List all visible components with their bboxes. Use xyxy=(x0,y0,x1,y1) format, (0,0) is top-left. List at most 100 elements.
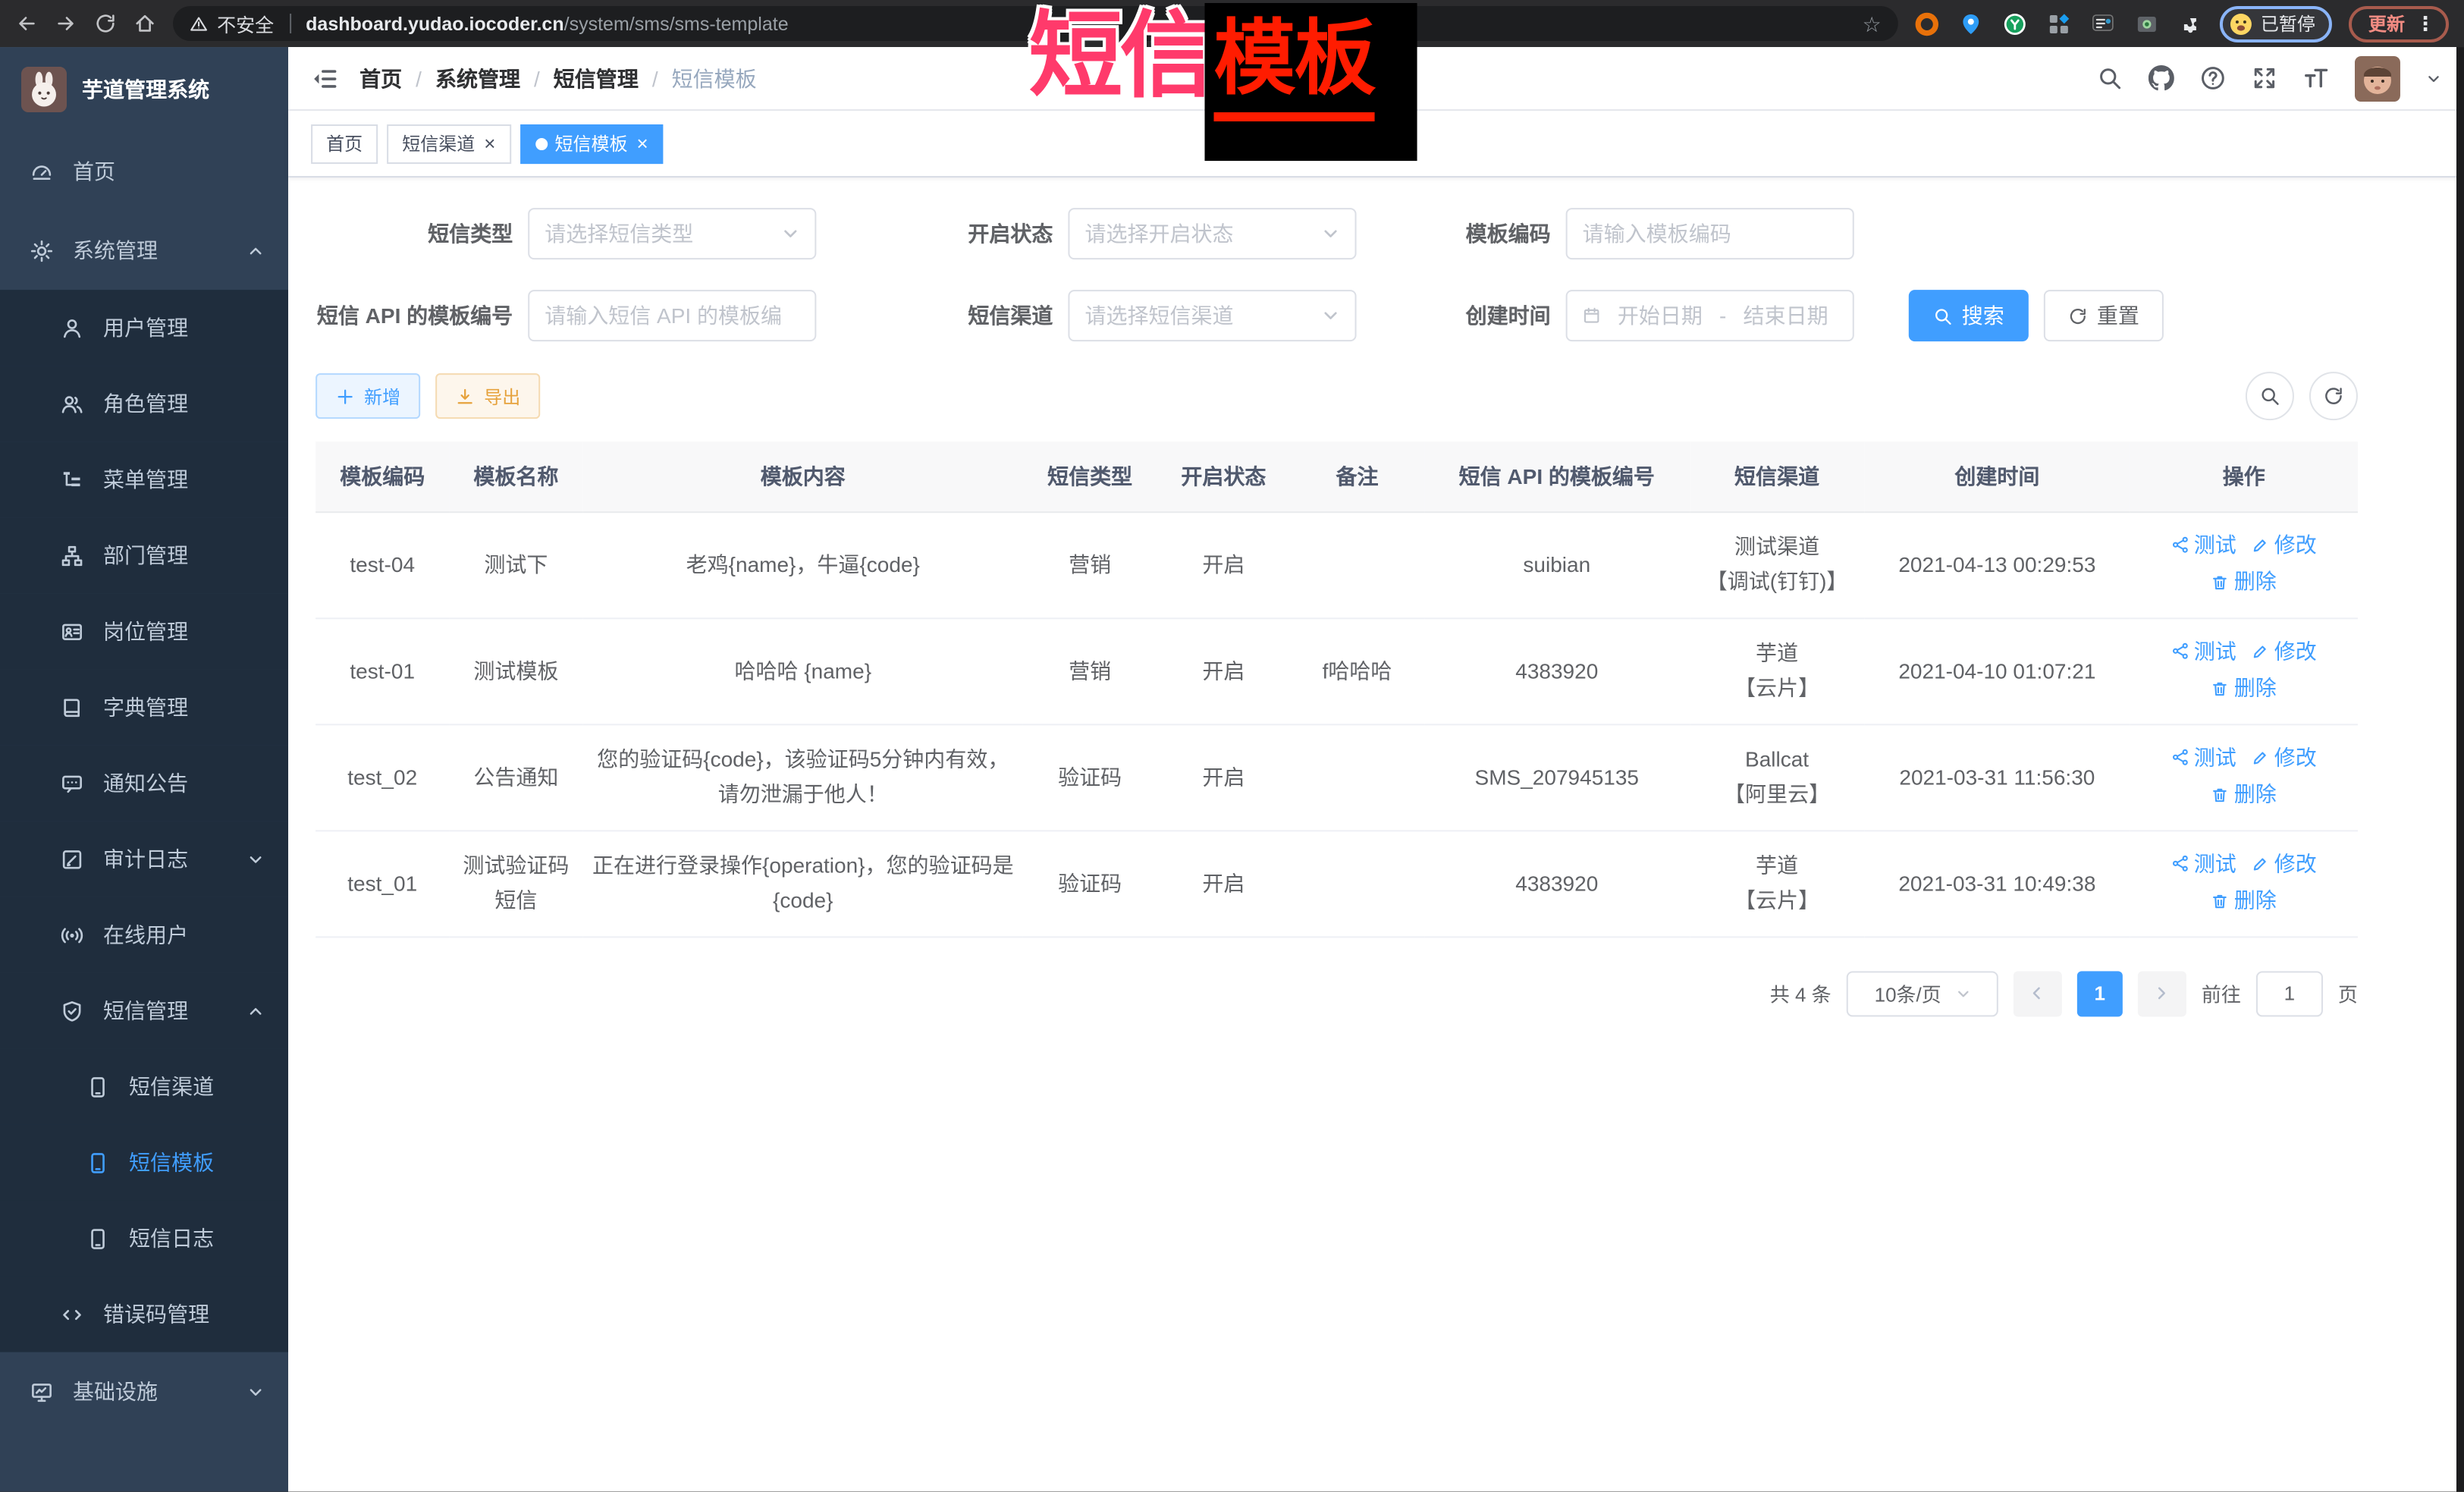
select-field[interactable]: 请选择开启状态 xyxy=(1068,208,1356,259)
sidebar-item-label: 用户管理 xyxy=(103,313,264,343)
search-icon xyxy=(1933,306,1953,325)
grid-extension-icon[interactable] xyxy=(2047,11,2071,36)
breadcrumb-separator: / xyxy=(534,66,540,90)
delete-action[interactable]: 删除 xyxy=(2211,883,2277,918)
window-edge xyxy=(2456,47,2464,1492)
text-input[interactable]: 请输入短信 API 的模板编 xyxy=(528,290,816,341)
test-action[interactable]: 测试 xyxy=(2171,846,2236,881)
delete-action[interactable]: 删除 xyxy=(2211,777,2277,812)
sidebar-item-5[interactable]: 部门管理 xyxy=(0,517,288,593)
search-button[interactable]: 搜索 xyxy=(1909,290,2029,341)
cell-content: 老鸡{name}，牛逼{code} xyxy=(582,511,1023,617)
reset-button[interactable]: 重置 xyxy=(2044,290,2164,341)
map-pin-extension-icon[interactable] xyxy=(1959,11,1983,36)
test-action[interactable]: 测试 xyxy=(2171,633,2236,668)
sidebar-item-13[interactable]: 短信模板 xyxy=(0,1124,288,1200)
edit-action[interactable]: 修改 xyxy=(2252,740,2317,774)
breadcrumb-item[interactable]: 短信管理 xyxy=(554,63,639,93)
breadcrumb-item[interactable]: 首页 xyxy=(359,63,402,93)
goto-page-input[interactable] xyxy=(2256,970,2323,1016)
browser-menu-icon[interactable]: ⋮ xyxy=(2415,11,2435,36)
next-page-button[interactable] xyxy=(2138,970,2186,1016)
refresh-icon xyxy=(2323,385,2344,407)
breadcrumb-item[interactable]: 短信模板 xyxy=(672,63,757,93)
export-button[interactable]: 导出 xyxy=(435,373,540,419)
test-action[interactable]: 测试 xyxy=(2171,527,2236,562)
sidebar-item-6[interactable]: 岗位管理 xyxy=(0,593,288,669)
shield-icon xyxy=(61,999,83,1022)
sidebar-item-10[interactable]: 在线用户 xyxy=(0,897,288,972)
sidebar-item-8[interactable]: 通知公告 xyxy=(0,745,288,821)
user-icon xyxy=(61,316,83,339)
prev-page-button[interactable] xyxy=(2014,970,2062,1016)
sidebar-item-15[interactable]: 错误码管理 xyxy=(0,1277,288,1352)
log-icon xyxy=(61,847,83,870)
sidebar-item-label: 审计日志 xyxy=(103,843,228,874)
browser-home-icon[interactable] xyxy=(133,12,156,35)
edit-action[interactable]: 修改 xyxy=(2252,633,2317,668)
filter-label: 开启状态 xyxy=(901,218,1053,249)
browser-profile-chip[interactable]: 已暂停 xyxy=(2220,5,2332,42)
recorder-extension-icon[interactable] xyxy=(2091,11,2115,36)
delete-action[interactable]: 删除 xyxy=(2211,671,2277,705)
sidebar-item-7[interactable]: 字典管理 xyxy=(0,669,288,745)
cell-code: test_01 xyxy=(315,830,449,936)
address-bar[interactable]: 不安全 dashboard.yudao.iocoder.cn/system/sm… xyxy=(173,6,1898,41)
sidebar-item-11[interactable]: 短信管理 xyxy=(0,972,288,1048)
user-avatar[interactable] xyxy=(2355,55,2400,101)
page-size-select[interactable]: 10条/页 xyxy=(1847,970,1998,1016)
refresh-table-button[interactable] xyxy=(2309,372,2358,420)
toggle-search-button[interactable] xyxy=(2246,372,2294,420)
select-field[interactable]: 请选择短信渠道 xyxy=(1068,290,1356,341)
close-icon[interactable]: × xyxy=(484,133,495,153)
extensions-puzzle-icon[interactable] xyxy=(2179,11,2203,36)
text-input[interactable]: 请输入模板编码 xyxy=(1566,208,1854,259)
fullscreen-icon[interactable] xyxy=(2252,65,2277,91)
test-action[interactable]: 测试 xyxy=(2171,740,2236,774)
sidebar-item-0[interactable]: 首页 xyxy=(0,132,288,211)
sidebar-item-1[interactable]: 系统管理 xyxy=(0,211,288,290)
browser-reload-icon[interactable] xyxy=(94,12,117,35)
sidebar-item-2[interactable]: 用户管理 xyxy=(0,290,288,366)
close-icon[interactable]: × xyxy=(637,133,648,153)
orange-ring-extension-icon[interactable] xyxy=(1915,11,1939,36)
current-page-button[interactable]: 1 xyxy=(2077,970,2123,1016)
delete-action[interactable]: 删除 xyxy=(2211,564,2277,599)
sidebar-item-16[interactable]: 基础设施 xyxy=(0,1352,288,1431)
browser-update-button[interactable]: 更新 ⋮ xyxy=(2349,5,2449,42)
edit-action[interactable]: 修改 xyxy=(2252,846,2317,881)
sidebar-item-4[interactable]: 菜单管理 xyxy=(0,441,288,517)
pagination: 共 4 条 10条/页 1 前往 页 xyxy=(315,970,2358,1016)
screenshot-extension-icon[interactable] xyxy=(2135,11,2159,36)
add-button[interactable]: 新增 xyxy=(315,373,420,419)
cell-channel: Ballcat【阿里云】 xyxy=(1690,724,1864,830)
table-header-row: 模板编码模板名称模板内容短信类型开启状态备注短信 API 的模板编号短信渠道创建… xyxy=(315,441,2358,511)
help-icon[interactable] xyxy=(2200,65,2226,91)
browser-forward-icon[interactable] xyxy=(55,12,77,35)
daterange-input[interactable]: 开始日期-结束日期 xyxy=(1566,290,1854,341)
select-field[interactable]: 请选择短信类型 xyxy=(528,208,816,259)
sidebar-item-9[interactable]: 审计日志 xyxy=(0,821,288,897)
tab-2[interactable]: 短信模板× xyxy=(519,124,663,163)
screen: 不安全 dashboard.yudao.iocoder.cn/system/sm… xyxy=(0,0,2464,1492)
github-icon[interactable] xyxy=(2149,65,2174,91)
edit-action[interactable]: 修改 xyxy=(2252,527,2317,562)
green-check-extension-icon[interactable] xyxy=(2003,11,2027,36)
avatar-image xyxy=(2355,55,2400,101)
cell-name: 测试模板 xyxy=(449,617,582,724)
sidebar-item-14[interactable]: 短信日志 xyxy=(0,1200,288,1276)
font-size-icon[interactable] xyxy=(2303,65,2329,91)
sidebar-item-12[interactable]: 短信渠道 xyxy=(0,1048,288,1124)
trash-icon xyxy=(2211,891,2230,909)
header-search-icon[interactable] xyxy=(2097,65,2123,91)
sidebar-toggle-icon[interactable] xyxy=(311,64,338,92)
bookmark-star-icon[interactable]: ☆ xyxy=(1863,13,1882,34)
tab-1[interactable]: 短信渠道× xyxy=(387,124,510,163)
breadcrumb-item[interactable]: 系统管理 xyxy=(435,63,520,93)
app-logo-row[interactable]: 芋道管理系统 xyxy=(0,47,288,132)
user-menu-caret-icon[interactable] xyxy=(2426,71,2441,86)
tab-label: 首页 xyxy=(326,130,363,156)
tab-0[interactable]: 首页 xyxy=(311,124,378,163)
browser-back-icon[interactable] xyxy=(15,12,38,35)
sidebar-item-3[interactable]: 角色管理 xyxy=(0,366,288,441)
